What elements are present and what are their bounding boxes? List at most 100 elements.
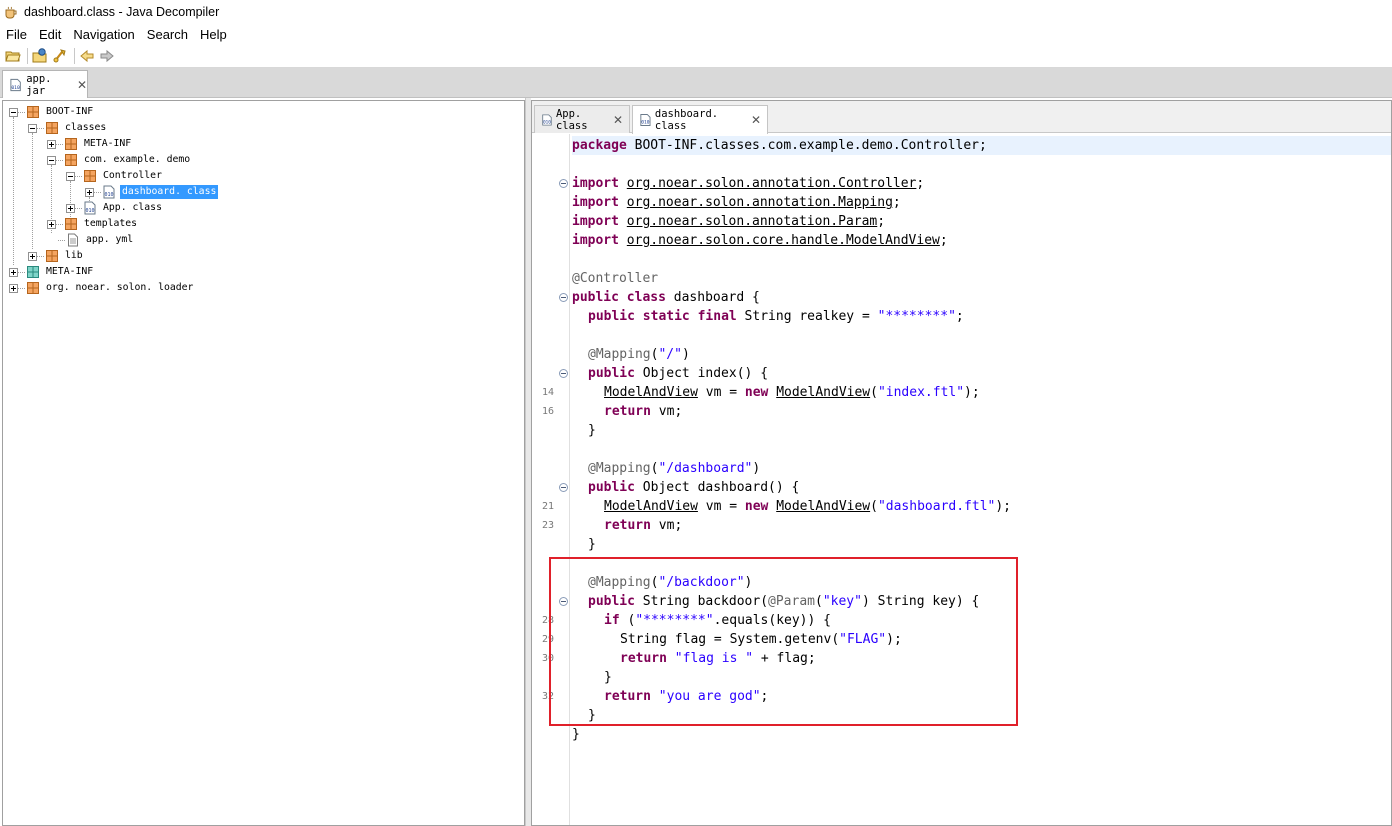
code-line: @Mapping("/backdoor"): [588, 575, 753, 590]
tree-connector: [18, 271, 25, 273]
back-button[interactable]: [78, 47, 96, 65]
expand-toggle[interactable]: [66, 203, 75, 213]
code-line: return vm;: [604, 518, 683, 533]
package-icon: [65, 138, 77, 150]
tree-node-solon-loader[interactable]: org. noear. solon. loader: [9, 280, 195, 296]
tree-connector: [18, 111, 25, 113]
toolbar-separator: [27, 47, 28, 64]
menu-file[interactable]: File: [6, 27, 27, 42]
forward-button[interactable]: [98, 47, 116, 65]
tab-app-jar[interactable]: 010 app. jar ✕: [2, 70, 88, 98]
package-icon: [46, 250, 58, 262]
svg-text:010: 010: [543, 119, 551, 125]
code-line: return "you are god";: [604, 689, 769, 704]
code-line: import org.noear.solon.core.handle.Model…: [572, 233, 948, 248]
package-icon: [27, 266, 39, 278]
tab-label: App. class: [555, 107, 588, 132]
code-line: }: [588, 708, 596, 723]
code-line: import org.noear.solon.annotation.Contro…: [572, 176, 925, 191]
tree-connector: [56, 159, 63, 161]
line-number: 29: [541, 634, 554, 645]
close-icon[interactable]: ✕: [77, 79, 87, 91]
tree-guide: [13, 117, 14, 265]
close-icon[interactable]: ✕: [751, 114, 761, 126]
code-line: @Mapping("/dashboard"): [588, 461, 761, 476]
search-type-button[interactable]: [51, 47, 69, 65]
file-tab-strip: 010 app. jar ✕: [0, 68, 1392, 98]
fold-icon[interactable]: [559, 483, 568, 492]
svg-text:010: 010: [641, 120, 650, 126]
collapse-toggle[interactable]: [9, 107, 18, 117]
package-tree: BOOT-INF classes META-INF com. example. …: [2, 100, 525, 826]
open-file-button[interactable]: [4, 47, 22, 65]
tree-guide: [32, 133, 33, 249]
line-number: 14: [541, 387, 554, 398]
tab-label: app. jar: [26, 72, 52, 97]
forward-icon: [100, 49, 114, 62]
expand-toggle[interactable]: [28, 251, 37, 261]
expand-toggle[interactable]: [9, 267, 18, 277]
svg-text:010: 010: [86, 208, 95, 214]
line-number: 32: [541, 691, 554, 702]
open-icon: [5, 51, 21, 61]
code-line: public class dashboard {: [572, 290, 760, 305]
code-line: }: [604, 670, 612, 685]
collapse-toggle[interactable]: [47, 155, 56, 165]
tree-node-controller[interactable]: Controller: [66, 168, 164, 184]
menu-edit[interactable]: Edit: [39, 27, 61, 42]
code-line: String flag = System.getenv("FLAG");: [620, 632, 902, 647]
tab-dashboard-class[interactable]: 010 dashboard. class ✕: [632, 105, 768, 134]
fold-icon[interactable]: [559, 179, 568, 188]
class-file-icon: 010: [542, 113, 552, 126]
fold-icon[interactable]: [559, 369, 568, 378]
toolbar: [0, 44, 1392, 68]
expand-toggle[interactable]: [85, 187, 94, 197]
collapse-toggle[interactable]: [66, 171, 75, 181]
tab-app-class[interactable]: 010 App. class ✕: [534, 105, 630, 133]
menu-help[interactable]: Help: [200, 27, 227, 42]
menu-navigation[interactable]: Navigation: [73, 27, 134, 42]
tree-connector: [18, 287, 25, 289]
tree-node-dashboard-class[interactable]: 010 dashboard. class: [85, 184, 219, 200]
tree-node-meta-inf[interactable]: META-INF: [9, 264, 95, 280]
line-number: 23: [541, 520, 554, 531]
code-line: import org.noear.solon.annotation.Mappin…: [572, 195, 901, 210]
open-type-button[interactable]: [31, 47, 49, 65]
expand-toggle[interactable]: [47, 219, 56, 229]
tree-connector: [58, 239, 65, 241]
tree-node-boot-inf[interactable]: BOOT-INF: [9, 104, 95, 120]
code-editor[interactable]: package BOOT-INF.classes.com.example.dem…: [572, 134, 1391, 825]
code-line: }: [572, 727, 580, 742]
tree-node-templates[interactable]: templates: [47, 216, 139, 232]
tab-label: dashboard. class: [654, 108, 719, 132]
tree-connector: [37, 255, 44, 257]
collapse-toggle[interactable]: [28, 123, 37, 133]
code-line: return vm;: [604, 404, 683, 419]
package-icon: [46, 122, 58, 134]
line-number: 30: [541, 653, 554, 664]
open-type-icon: [32, 48, 47, 63]
package-icon: [65, 218, 77, 230]
tree-node-meta-inf-inner[interactable]: META-INF: [47, 136, 133, 152]
tree-connector: [75, 207, 82, 209]
expand-toggle[interactable]: [9, 283, 18, 293]
package-icon: [27, 282, 39, 294]
code-line: return "flag is " + flag;: [620, 651, 816, 666]
menu-search[interactable]: Search: [147, 27, 188, 42]
tree-node-classes[interactable]: classes: [28, 120, 108, 136]
tree-node-app-yml[interactable]: app. yml: [58, 232, 135, 248]
tree-node-lib[interactable]: lib: [28, 248, 85, 264]
menu-bar: File Edit Navigation Search Help: [0, 24, 1392, 44]
tree-node-app-class[interactable]: 010 App. class: [66, 200, 164, 216]
fold-icon[interactable]: [559, 293, 568, 302]
code-line: if ("********".equals(key)) {: [604, 613, 831, 628]
editor-pane: 010 App. class ✕ 010 dashboard. class ✕ …: [531, 100, 1392, 826]
tree-node-com-example-demo[interactable]: com. example. demo: [47, 152, 192, 168]
expand-toggle[interactable]: [47, 139, 56, 149]
close-icon[interactable]: ✕: [613, 114, 623, 126]
fold-icon[interactable]: [559, 597, 568, 606]
code-line: ModelAndView vm = new ModelAndView("inde…: [604, 385, 980, 400]
svg-text:010: 010: [11, 84, 20, 90]
window-title: dashboard.class - Java Decompiler: [24, 5, 220, 19]
code-line: }: [588, 423, 596, 438]
